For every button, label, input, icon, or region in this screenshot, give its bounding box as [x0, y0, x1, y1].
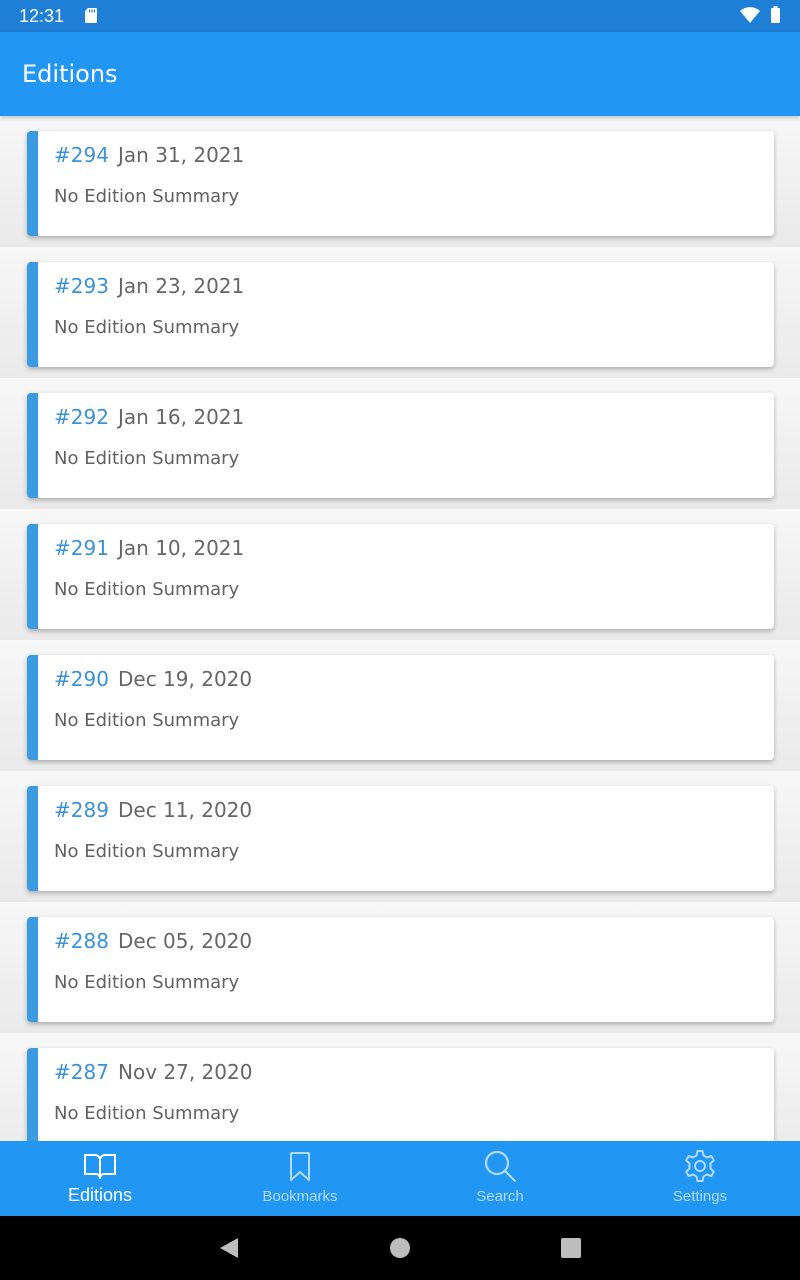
- search-icon: [484, 1150, 517, 1183]
- edition-number: #289: [54, 798, 109, 822]
- edition-date: Jan 16, 2021: [118, 405, 245, 429]
- nav-tab-bookmarks[interactable]: Bookmarks: [200, 1141, 400, 1216]
- edition-number: #288: [54, 929, 109, 953]
- list-item: #294 Jan 31, 2021 No Edition Summary: [0, 116, 800, 247]
- gear-icon: [685, 1150, 715, 1182]
- edition-number: #291: [54, 536, 109, 560]
- edition-date: Nov 27, 2020: [118, 1060, 253, 1084]
- book-open-icon: [84, 1154, 116, 1179]
- nav-label: Bookmarks: [262, 1188, 338, 1205]
- edition-card[interactable]: #288 Dec 05, 2020 No Edition Summary: [27, 917, 774, 1022]
- system-nav-bar: [0, 1216, 800, 1280]
- edition-number: #292: [54, 405, 109, 429]
- card-accent-bar: [27, 524, 38, 629]
- recents-icon[interactable]: [559, 1236, 583, 1260]
- edition-date: Jan 23, 2021: [118, 274, 245, 298]
- card-accent-bar: [27, 131, 38, 236]
- battery-icon: [771, 6, 780, 23]
- list-item: #291 Jan 10, 2021 No Edition Summary: [0, 509, 800, 640]
- status-time: 12:31: [19, 6, 65, 26]
- edition-number: #294: [54, 143, 109, 167]
- bottom-nav: Editions Bookmarks Search Settings: [0, 1141, 800, 1216]
- list-item: #292 Jan 16, 2021 No Edition Summary: [0, 378, 800, 509]
- edition-card[interactable]: #290 Dec 19, 2020 No Edition Summary: [27, 655, 774, 760]
- edition-card[interactable]: #289 Dec 11, 2020 No Edition Summary: [27, 786, 774, 891]
- nav-tab-search[interactable]: Search: [400, 1141, 600, 1216]
- list-item: #290 Dec 19, 2020 No Edition Summary: [0, 640, 800, 771]
- card-accent-bar: [27, 786, 38, 891]
- home-icon[interactable]: [388, 1236, 412, 1260]
- nav-label: Settings: [672, 1188, 728, 1205]
- nav-tab-editions[interactable]: Editions: [0, 1141, 200, 1216]
- edition-date: Dec 19, 2020: [118, 667, 253, 691]
- edition-card[interactable]: #294 Jan 31, 2021 No Edition Summary: [27, 131, 774, 236]
- card-accent-bar: [27, 655, 38, 760]
- list-item: #289 Dec 11, 2020 No Edition Summary: [0, 771, 800, 902]
- edition-card[interactable]: #293 Jan 23, 2021 No Edition Summary: [27, 262, 774, 367]
- page-title: Editions: [22, 60, 118, 88]
- edition-card[interactable]: #287 Nov 27, 2020 No Edition Summary: [27, 1048, 774, 1141]
- edition-summary: No Edition Summary: [54, 317, 240, 338]
- nav-label: Editions: [67, 1185, 133, 1205]
- edition-date: Jan 31, 2021: [118, 143, 245, 167]
- edition-date: Dec 11, 2020: [118, 798, 253, 822]
- nav-tab-settings[interactable]: Settings: [600, 1141, 800, 1216]
- edition-number: #287: [54, 1060, 109, 1084]
- wifi-icon: [740, 7, 760, 23]
- edition-summary: No Edition Summary: [54, 186, 240, 207]
- card-accent-bar: [27, 262, 38, 367]
- edition-date: Dec 05, 2020: [118, 929, 253, 953]
- edition-card[interactable]: #291 Jan 10, 2021 No Edition Summary: [27, 524, 774, 629]
- card-accent-bar: [27, 393, 38, 498]
- edition-summary: No Edition Summary: [54, 972, 240, 993]
- card-accent-bar: [27, 1048, 38, 1141]
- status-bar: 12:31: [0, 0, 800, 32]
- edition-number: #290: [54, 667, 109, 691]
- edition-card[interactable]: #292 Jan 16, 2021 No Edition Summary: [27, 393, 774, 498]
- edition-summary: No Edition Summary: [54, 1103, 240, 1124]
- edition-number: #293: [54, 274, 109, 298]
- edition-summary: No Edition Summary: [54, 841, 240, 862]
- bookmark-icon: [290, 1152, 310, 1181]
- list-item: #287 Nov 27, 2020 No Edition Summary: [0, 1033, 800, 1141]
- editions-list[interactable]: #294 Jan 31, 2021 No Edition Summary #29…: [0, 116, 800, 1141]
- edition-summary: No Edition Summary: [54, 579, 240, 600]
- sd-card-icon: [85, 8, 97, 23]
- card-accent-bar: [27, 917, 38, 1022]
- edition-summary: No Edition Summary: [54, 448, 240, 469]
- nav-label: Search: [476, 1188, 524, 1205]
- list-item: #293 Jan 23, 2021 No Edition Summary: [0, 247, 800, 378]
- edition-summary: No Edition Summary: [54, 710, 240, 731]
- edition-date: Jan 10, 2021: [118, 536, 245, 560]
- app-bar: Editions: [0, 32, 800, 116]
- back-icon[interactable]: [218, 1236, 242, 1260]
- list-item: #288 Dec 05, 2020 No Edition Summary: [0, 902, 800, 1033]
